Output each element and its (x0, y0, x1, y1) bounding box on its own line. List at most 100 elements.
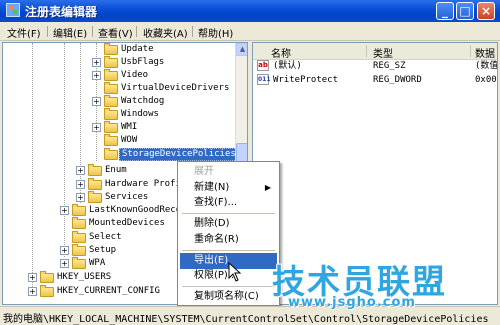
menu-separator (182, 250, 275, 251)
folder-icon (104, 148, 118, 160)
maximize-button[interactable]: □ (456, 2, 474, 20)
tree-item-label: Watchdog (121, 96, 165, 106)
expand-icon[interactable]: + (76, 166, 85, 175)
tree-item-label: VirtualDeviceDrivers (121, 83, 230, 93)
menu-separator (182, 213, 275, 214)
folder-icon (40, 285, 54, 297)
tree-item-label: HKEY_CURRENT_CONFIG (57, 286, 160, 296)
expand-icon[interactable]: + (28, 287, 37, 296)
value-name: WriteProtect (273, 75, 339, 85)
submenu-arrow-icon: ▶ (264, 183, 271, 192)
context-menu: 展开 新建(N) ▶ 查找(F)... 删除(D) 重命名(R) 导出(E) 权… (177, 161, 280, 306)
mouse-pointer-icon (228, 262, 242, 282)
expand-icon[interactable]: + (76, 193, 85, 202)
expand-icon[interactable]: + (92, 97, 101, 106)
menu-separator (182, 286, 275, 287)
menu-separator (92, 26, 93, 37)
watermark-url: www.jsgho.com (288, 295, 416, 310)
folder-icon (104, 95, 118, 107)
list-header: 名称 类型 数据 (253, 43, 497, 60)
regedit-window: 注册表编辑器 _ □ × 文件(F) 编辑(E) 查看(V) 收藏夹(A) 帮助… (0, 0, 500, 325)
list-row-default[interactable]: ab (默认) REG_SZ (数值 (253, 59, 498, 73)
tree-item-label: Hardware Profil (105, 179, 187, 189)
folder-icon (88, 178, 102, 190)
expand-icon[interactable]: + (60, 206, 69, 215)
folder-icon (72, 257, 86, 269)
minimize-button[interactable]: _ (436, 2, 454, 20)
expand-icon[interactable]: + (92, 123, 101, 132)
menu-separator (136, 26, 137, 37)
value-name: (默认) (273, 61, 302, 71)
tree-item-label: Windows (121, 109, 159, 119)
context-menu-copy-key-name[interactable]: 复制项名称(C) (180, 289, 277, 305)
list-row-writeprotect[interactable]: 011 WriteProtect REG_DWORD 0x000 (253, 73, 497, 87)
folder-icon (104, 82, 118, 94)
menu-help[interactable]: 帮助(H) (198, 25, 233, 40)
tree-guide-line (80, 43, 82, 203)
tree-guide-line (32, 43, 34, 293)
folder-icon (88, 191, 102, 203)
tree-item-label: WMI (121, 122, 138, 132)
menu-item-label: 重命名(R) (194, 234, 239, 245)
tree-item-label: HKEY_USERS (57, 272, 112, 282)
window-title: 注册表编辑器 (25, 5, 98, 19)
menu-item-label: 展开 (194, 166, 214, 177)
context-menu-new[interactable]: 新建(N) ▶ (180, 180, 277, 196)
value-type: REG_DWORD (373, 75, 422, 85)
menu-item-label: 复制项名称(C) (194, 291, 259, 302)
column-divider[interactable] (470, 45, 471, 57)
folder-icon (72, 217, 86, 229)
binary-value-icon: 011 (257, 74, 271, 85)
string-value-icon: ab (257, 60, 269, 71)
expand-icon[interactable]: + (92, 71, 101, 80)
scroll-up-arrow-icon[interactable]: ▲ (236, 43, 247, 56)
folder-icon (72, 231, 86, 243)
expand-icon[interactable]: + (28, 273, 37, 282)
menu-separator (192, 26, 193, 37)
title-bar[interactable]: 注册表编辑器 _ □ × (0, 0, 500, 22)
tree-item-label: WOW (121, 135, 138, 145)
context-menu-expand[interactable]: 展开 (180, 164, 277, 180)
menu-view[interactable]: 查看(V) (98, 25, 133, 40)
expand-icon[interactable]: + (60, 259, 69, 268)
folder-icon (104, 108, 118, 120)
tree-item-label: Enum (105, 165, 127, 175)
column-header-name[interactable]: 名称 (271, 45, 291, 60)
context-menu-rename[interactable]: 重命名(R) (180, 232, 277, 248)
folder-icon (104, 121, 118, 133)
menu-file[interactable]: 文件(F) (7, 25, 41, 40)
folder-icon (104, 134, 118, 146)
tree-item-label: Services (105, 192, 149, 202)
expand-icon[interactable]: + (60, 246, 69, 255)
tree-item-label: MountedDevices (89, 218, 165, 228)
tree-item-label: LastKnownGoodRecov (89, 205, 187, 215)
folder-icon (40, 271, 54, 283)
tree-guide-line (64, 43, 66, 257)
expand-icon[interactable]: + (92, 58, 101, 67)
menu-favorites[interactable]: 收藏夹(A) (143, 25, 188, 40)
menu-separator (47, 26, 48, 37)
watermark: 技术员联盟 www.jsgho.com (268, 255, 496, 317)
tree-item-label: WPA (89, 258, 106, 268)
tree-item-label: Setup (89, 245, 117, 255)
value-data: (数值 (475, 61, 498, 71)
folder-icon (104, 56, 118, 68)
regedit-app-icon (6, 3, 20, 17)
tree-item-label: Update (121, 44, 154, 54)
context-menu-find[interactable]: 查找(F)... (180, 195, 277, 211)
menu-item-label: 新建(N) (194, 182, 230, 193)
column-divider[interactable] (366, 45, 367, 57)
expand-icon[interactable]: + (76, 180, 85, 189)
menu-edit[interactable]: 编辑(E) (53, 25, 87, 40)
value-data: 0x000 (475, 75, 497, 85)
menu-item-label: 删除(D) (194, 218, 230, 229)
menu-bar: 文件(F) 编辑(E) 查看(V) 收藏夹(A) 帮助(H) (0, 22, 500, 41)
folder-icon (72, 204, 86, 216)
column-header-type[interactable]: 类型 (373, 45, 393, 60)
tree-item-label: Video (121, 70, 149, 80)
context-menu-delete[interactable]: 删除(D) (180, 216, 277, 232)
column-header-data[interactable]: 数据 (475, 45, 495, 60)
menu-item-label: 查找(F)... (194, 197, 238, 208)
close-button[interactable]: × (477, 2, 495, 20)
tree-item-label: UsbFlags (121, 57, 165, 67)
